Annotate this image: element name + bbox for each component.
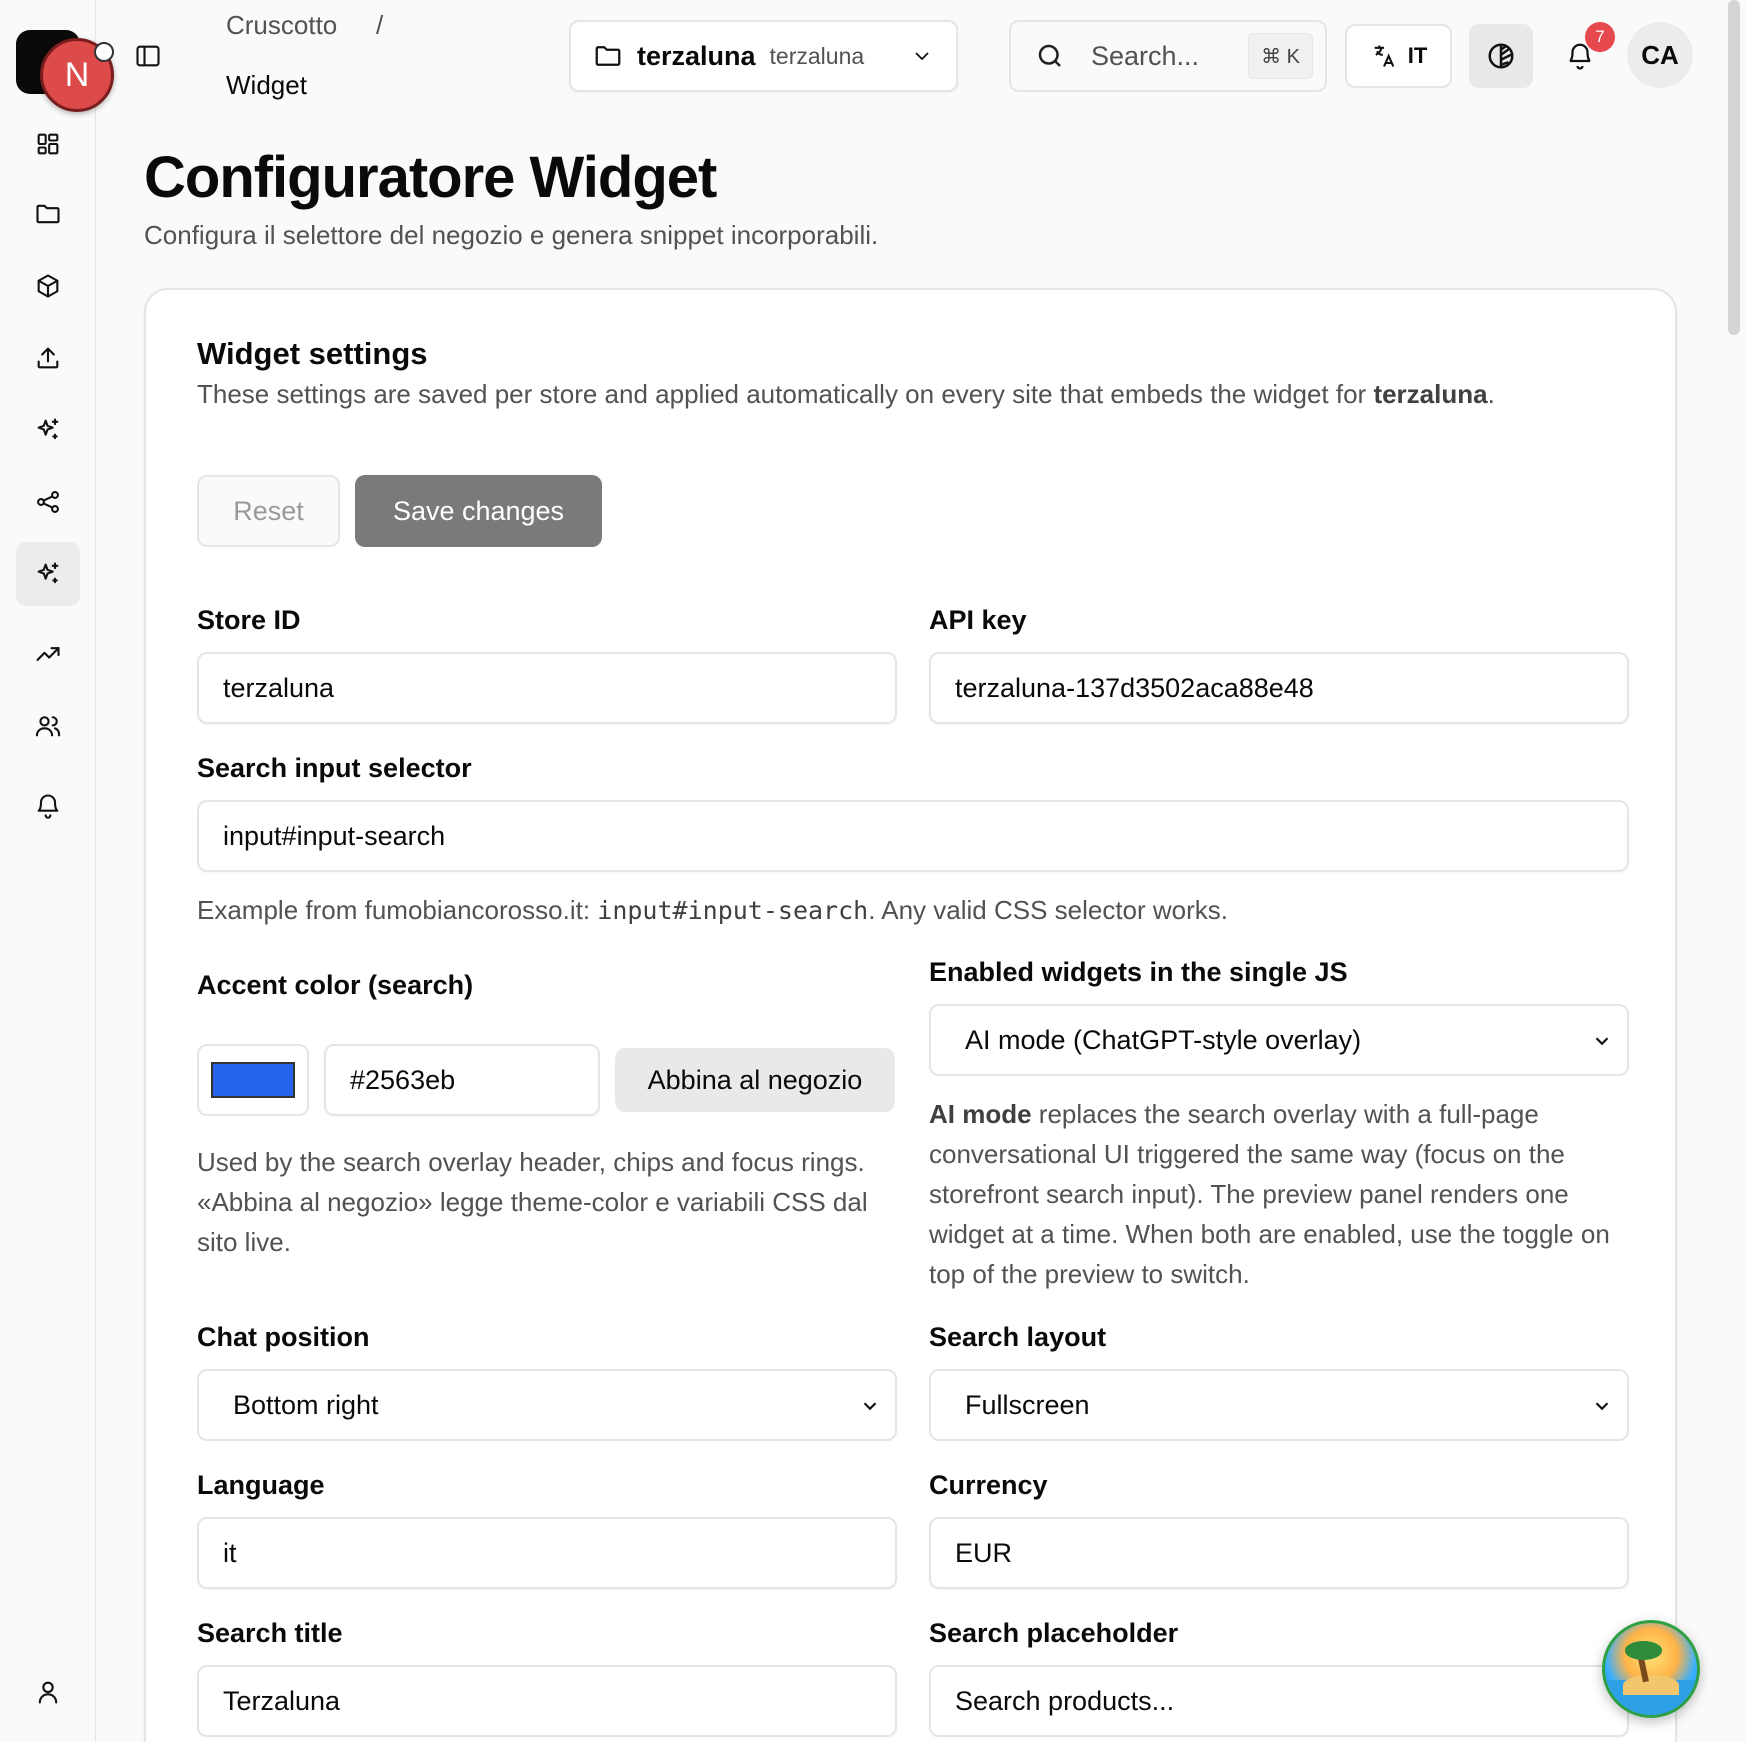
enabled-widgets-help-text: replaces the search overlay with a full-…	[929, 1099, 1610, 1289]
accent-color-swatch	[211, 1062, 295, 1098]
language-label: Language	[197, 1470, 325, 1500]
bell-icon	[37, 794, 59, 819]
page-scrollbar[interactable]	[1728, 0, 1740, 335]
contrast-icon	[1488, 43, 1514, 69]
card-description: These settings are saved per store and a…	[197, 374, 1547, 414]
sidebar-item-folders[interactable]	[16, 182, 80, 246]
language-code: IT	[1407, 43, 1428, 68]
folder-icon	[36, 204, 60, 224]
theme-toggle-button[interactable]	[1469, 24, 1533, 88]
enabled-widgets-help: AI mode replaces the search overlay with…	[929, 1094, 1629, 1294]
store-id-label: Store ID	[197, 605, 301, 635]
sidebar-toggle-button[interactable]	[130, 38, 166, 74]
chat-launcher-button[interactable]	[1602, 1620, 1700, 1718]
chevron-down-icon	[1595, 1402, 1609, 1411]
accent-color-hex-field[interactable]: #2563eb	[324, 1044, 600, 1116]
sidebar-item-notifications[interactable]	[16, 774, 80, 838]
accent-color-picker[interactable]	[197, 1044, 309, 1116]
users-icon	[35, 716, 61, 737]
search-placeholder-label: Search placeholder	[929, 1618, 1179, 1648]
global-search[interactable]: Search... ⌘ K	[1009, 20, 1327, 92]
launcher-palm-leaves	[1625, 1641, 1663, 1660]
launcher-island	[1623, 1674, 1679, 1695]
sidebar-item-integrations[interactable]	[16, 470, 80, 534]
sparkles-icon	[37, 418, 59, 440]
search-selector-help: Example from fumobiancorosso.it: input#i…	[197, 890, 1228, 931]
sidebar-item-widget[interactable]	[16, 542, 80, 606]
search-placeholder-field[interactable]: Search products...	[929, 1665, 1629, 1737]
store-id-field[interactable]: terzaluna	[197, 652, 897, 724]
search-layout-value: Fullscreen	[965, 1389, 1090, 1420]
breadcrumb-root[interactable]: Cruscotto	[226, 10, 337, 41]
card-description-store: terzaluna	[1373, 379, 1488, 409]
search-layout-select[interactable]: Fullscreen	[929, 1369, 1629, 1441]
api-key-field[interactable]: terzaluna-137d3502aca88e48	[929, 652, 1629, 724]
chevron-down-icon	[1595, 1037, 1609, 1046]
sidebar-item-dashboard[interactable]	[16, 112, 80, 176]
upload-icon	[37, 347, 59, 369]
currency-label: Currency	[929, 1470, 1048, 1500]
enabled-widgets-select[interactable]: AI mode (ChatGPT-style overlay)	[929, 1004, 1629, 1076]
chat-position-value: Bottom right	[233, 1389, 379, 1420]
accent-color-help: Used by the search overlay header, chips…	[197, 1147, 868, 1257]
search-selector-help-text: Example from fumobiancorosso.it:	[197, 895, 598, 925]
card-title: Widget settings	[197, 336, 428, 371]
language-field[interactable]: it	[197, 1517, 897, 1589]
api-key-label: API key	[929, 605, 1027, 635]
sidebar-item-profile[interactable]	[16, 1660, 80, 1724]
folder-icon	[595, 46, 621, 66]
store-switcher[interactable]: terzaluna terzaluna	[569, 20, 958, 92]
user-avatar[interactable]: CA	[1627, 22, 1693, 88]
search-selector-help-suffix: . Any valid CSS selector works.	[868, 895, 1229, 925]
enabled-widgets-help-bold: AI mode	[929, 1099, 1032, 1129]
chevron-down-icon	[863, 1402, 877, 1411]
sparkles-icon	[37, 562, 59, 584]
language-button[interactable]: IT	[1345, 24, 1452, 88]
search-title-label: Search title	[197, 1618, 343, 1648]
user-icon	[38, 1681, 58, 1704]
share-icon	[37, 491, 59, 513]
search-title-field[interactable]: Terzaluna	[197, 1665, 897, 1737]
sidebar-item-upload[interactable]	[16, 326, 80, 390]
chat-position-select[interactable]: Bottom right	[197, 1369, 897, 1441]
chevron-down-icon	[915, 52, 929, 60]
breadcrumb-separator: /	[376, 10, 384, 40]
logo-dot	[94, 42, 114, 62]
translate-icon	[1374, 45, 1395, 67]
accent-color-label: Accent color (search)	[197, 970, 474, 1000]
store-name: terzaluna	[637, 40, 756, 71]
package-icon	[37, 274, 59, 298]
sidebar-item-ai[interactable]	[16, 398, 80, 462]
match-store-button[interactable]: Abbina al negozio	[615, 1048, 895, 1112]
search-selector-field[interactable]: input#input-search	[197, 800, 1629, 872]
sidebar-item-products[interactable]	[16, 254, 80, 318]
reset-button[interactable]: Reset	[197, 475, 340, 547]
store-slug: terzaluna	[769, 42, 865, 69]
currency-field[interactable]: EUR	[929, 1517, 1629, 1589]
dashboard-icon	[37, 133, 59, 155]
enabled-widgets-label: Enabled widgets in the single JS	[929, 957, 1348, 987]
search-selector-label: Search input selector	[197, 753, 472, 783]
card-description-suffix: .	[1487, 379, 1495, 409]
sidebar-item-analytics[interactable]	[16, 622, 80, 686]
chat-position-label: Chat position	[197, 1322, 370, 1352]
sidebar: N	[0, 0, 114, 1742]
trending-up-icon	[36, 647, 60, 661]
notification-count-badge: 7	[1585, 22, 1615, 52]
sidebar-item-users[interactable]	[16, 694, 80, 758]
widget-settings-card: Widget settings These settings are saved…	[144, 288, 1677, 1742]
search-selector-help-code: input#input-search	[597, 896, 869, 925]
page-subtitle: Configura il selettore del negozio e gen…	[144, 220, 879, 250]
card-description-text: These settings are saved per store and a…	[197, 379, 1374, 409]
page-title: Configuratore Widget	[144, 145, 717, 210]
panel-left-icon	[136, 45, 160, 67]
search-layout-label: Search layout	[929, 1322, 1107, 1352]
enabled-widgets-value: AI mode (ChatGPT-style overlay)	[965, 1024, 1362, 1055]
search-icon	[1038, 44, 1061, 67]
search-placeholder: Search...	[1091, 40, 1200, 71]
breadcrumb-current: Widget	[226, 70, 307, 100]
search-shortcut: ⌘ K	[1248, 33, 1313, 79]
save-changes-button[interactable]: Save changes	[355, 475, 602, 547]
